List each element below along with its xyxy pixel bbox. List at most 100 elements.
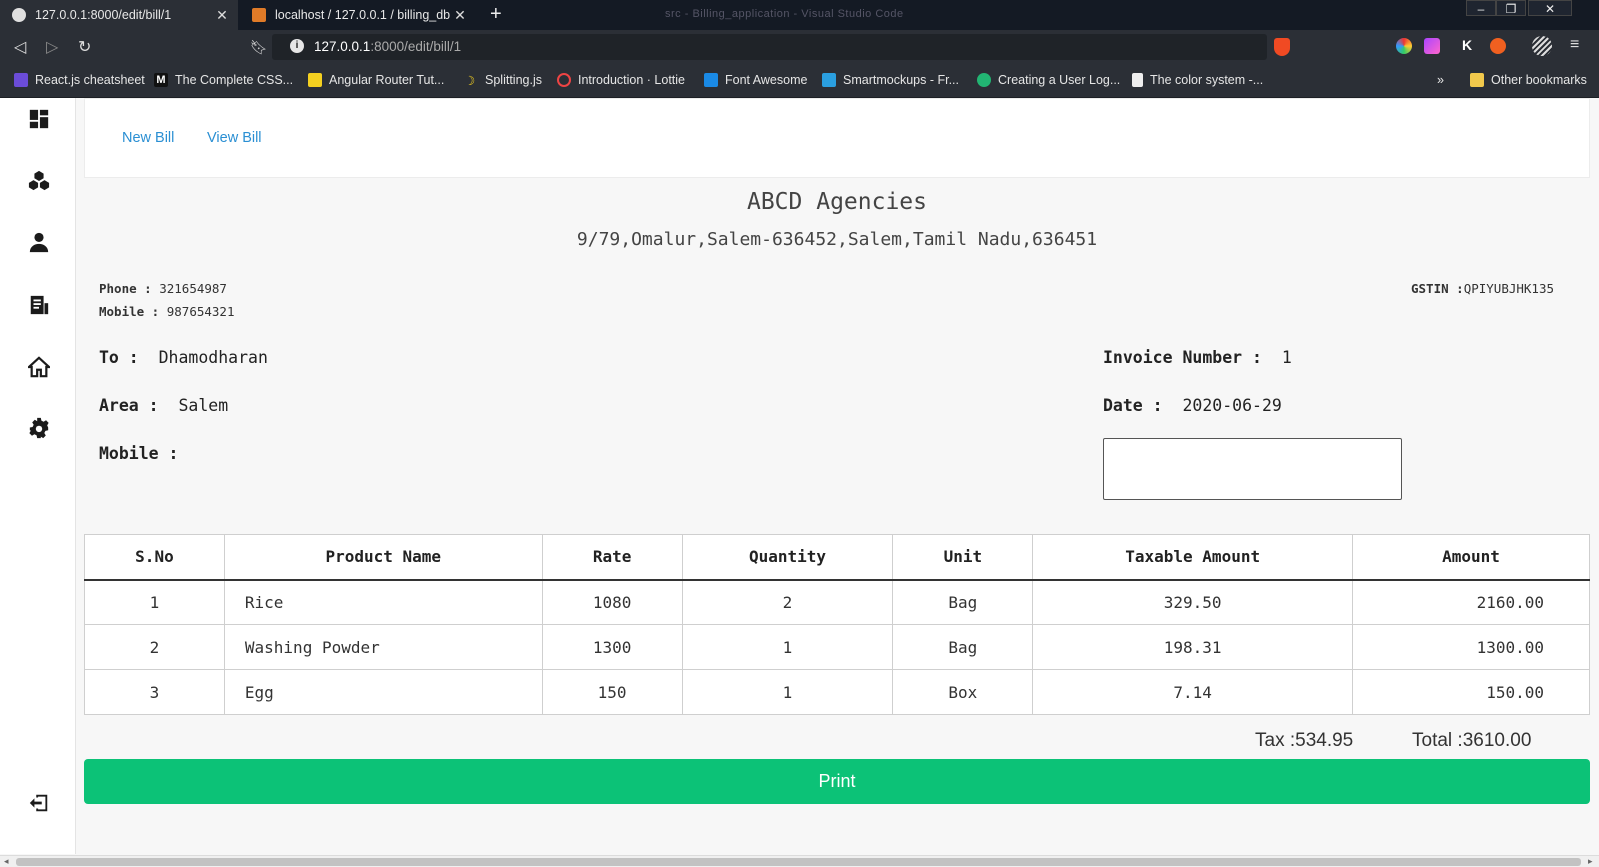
bills-icon[interactable]: [26, 292, 52, 318]
products-icon[interactable]: [26, 168, 52, 194]
minimize-button[interactable]: –: [1466, 0, 1496, 16]
print-button[interactable]: Print: [84, 759, 1590, 804]
view-bill-link[interactable]: View Bill: [207, 130, 262, 146]
company-gstin: GSTIN :QPIYUBJHK135: [1411, 281, 1554, 296]
unit-cell: Bag: [892, 624, 1034, 670]
close-tab-icon[interactable]: ✕: [212, 7, 232, 24]
notes-textarea[interactable]: [1103, 438, 1402, 500]
restore-button[interactable]: ❐: [1496, 0, 1526, 16]
browser-toolbar: ◁ ▷ ↻ 🔖︎ i 127.0.0.1:8000/edit/bill/1 K …: [0, 30, 1599, 64]
to-label: To :: [99, 348, 139, 367]
tab-phpmyadmin[interactable]: localhost / 127.0.0.1 / billing_db / ...…: [240, 0, 476, 30]
unit-cell: Box: [892, 669, 1034, 715]
extension-color-icon[interactable]: [1396, 38, 1412, 54]
medium-icon: M: [154, 73, 168, 87]
tab-title: localhost / 127.0.0.1 / billing_db / ...: [275, 8, 450, 22]
bookmark-item[interactable]: Smartmockups - Fr...: [822, 73, 959, 87]
table-header-row: S.No Product Name Rate Quantity Unit Tax…: [84, 534, 1590, 581]
scrollbar-thumb[interactable]: [16, 858, 1581, 866]
new-bill-link[interactable]: New Bill: [122, 130, 174, 146]
table-row: 1 Rice 1080 2 Bag 329.50 2160.00: [84, 579, 1590, 625]
bookmark-label: The Complete CSS...: [175, 73, 294, 87]
tab-edit-bill[interactable]: 127.0.0.1:8000/edit/bill/1 ✕: [0, 0, 238, 30]
home-icon[interactable]: [26, 354, 52, 380]
new-tab-button[interactable]: +: [490, 3, 502, 26]
settings-icon[interactable]: [26, 415, 52, 441]
phpmyadmin-icon: [252, 8, 266, 22]
forward-icon[interactable]: ▷: [46, 37, 58, 57]
bookmark-item[interactable]: M The Complete CSS...: [154, 73, 293, 87]
mobile-label: Mobile :: [99, 304, 160, 319]
bookmark-icon[interactable]: 🔖︎: [250, 39, 268, 56]
rate-cell: 150: [541, 669, 683, 715]
user-icon[interactable]: [26, 229, 52, 255]
quantity-cell: 2: [681, 579, 894, 625]
bookmark-item[interactable]: ☽ Splitting.js: [464, 73, 542, 88]
react-icon: [14, 73, 28, 87]
customer-to: To : Dhamodharan: [99, 348, 268, 367]
gstin-value: QPIYUBJHK135: [1463, 281, 1554, 296]
grand-total: Total :3610.00: [1412, 730, 1531, 752]
bookmark-label: Font Awesome: [725, 73, 808, 87]
url-text: 127.0.0.1:8000/edit/bill/1: [314, 39, 461, 54]
phone-value: 321654987: [159, 281, 227, 296]
bookmark-item[interactable]: Angular Router Tut...: [308, 73, 444, 87]
quantity-cell: 1: [681, 624, 894, 670]
bookmarks-bar: React.js cheatsheet M The Complete CSS...…: [0, 64, 1599, 98]
page-icon: [1132, 73, 1143, 87]
bookmark-item[interactable]: React.js cheatsheet: [14, 73, 145, 87]
bookmark-item[interactable]: Creating a User Log...: [977, 73, 1120, 87]
company-address: 9/79,Omalur,Salem-636452,Salem,Tamil Nad…: [576, 229, 1098, 250]
bookmark-label: Splitting.js: [485, 73, 542, 87]
unit-cell: Bag: [892, 579, 1034, 625]
customer-area: Area : Salem: [99, 396, 228, 415]
total-label: Total :: [1412, 730, 1463, 751]
url-path: :8000/edit/bill/1: [370, 39, 462, 54]
other-bookmarks[interactable]: Other bookmarks: [1470, 73, 1587, 87]
bookmark-item[interactable]: Font Awesome: [704, 73, 807, 87]
angular-icon: [308, 73, 322, 87]
dashboard-icon[interactable]: [26, 106, 52, 132]
taxable-cell: 7.14: [1032, 669, 1354, 715]
company-phone: Phone : 321654987: [99, 281, 227, 296]
column-header: S.No: [84, 534, 225, 581]
invoice-date: Date : 2020-06-29: [1103, 396, 1282, 415]
column-header: Quantity: [681, 534, 894, 581]
url-host: 127.0.0.1: [314, 39, 371, 54]
amount-cell: 1300.00: [1352, 624, 1590, 670]
bookmark-label: Creating a User Log...: [998, 73, 1121, 87]
bookmark-item[interactable]: Introduction · Lottie: [557, 73, 685, 87]
column-header: Product Name: [223, 534, 543, 581]
logout-icon[interactable]: [26, 790, 52, 816]
company-name: ABCD Agencies: [746, 189, 927, 215]
items-table: S.No Product Name Rate Quantity Unit Tax…: [84, 534, 1590, 715]
horizontal-scrollbar[interactable]: ◂ ▸: [0, 855, 1599, 867]
close-tab-icon[interactable]: ✕: [450, 7, 470, 24]
area-label: Area :: [99, 396, 159, 415]
extension-stripes-icon[interactable]: [1532, 36, 1552, 56]
customer-name: Dhamodharan: [158, 348, 268, 367]
scroll-left-icon[interactable]: ◂: [4, 856, 9, 867]
product-cell: Egg: [223, 669, 543, 715]
tax-total: Tax :534.95: [1255, 730, 1353, 752]
menu-icon[interactable]: ≡: [1570, 36, 1579, 54]
column-header: Rate: [541, 534, 683, 581]
folder-icon: [1470, 73, 1484, 87]
tax-label: Tax :: [1255, 730, 1296, 751]
area-value: Salem: [178, 396, 229, 415]
bookmarks-overflow[interactable]: »: [1437, 73, 1444, 87]
customer-mobile: Mobile :: [99, 444, 178, 463]
extension-gradient-icon[interactable]: [1424, 38, 1440, 54]
site-info-icon[interactable]: i: [290, 39, 304, 53]
close-window-button[interactable]: ✕: [1528, 0, 1572, 16]
extension-fire-icon[interactable]: [1490, 38, 1506, 54]
reload-icon[interactable]: ↻: [78, 37, 91, 57]
scroll-right-icon[interactable]: ▸: [1588, 856, 1593, 867]
extension-k-icon[interactable]: K: [1462, 37, 1472, 53]
bookmark-label: Introduction · Lottie: [578, 73, 686, 87]
back-icon[interactable]: ◁: [14, 37, 26, 57]
bookmark-item[interactable]: The color system -...: [1132, 73, 1263, 87]
shield-icon: [977, 73, 991, 87]
product-cell: Rice: [223, 579, 543, 625]
brave-shield-icon[interactable]: [1274, 38, 1290, 56]
